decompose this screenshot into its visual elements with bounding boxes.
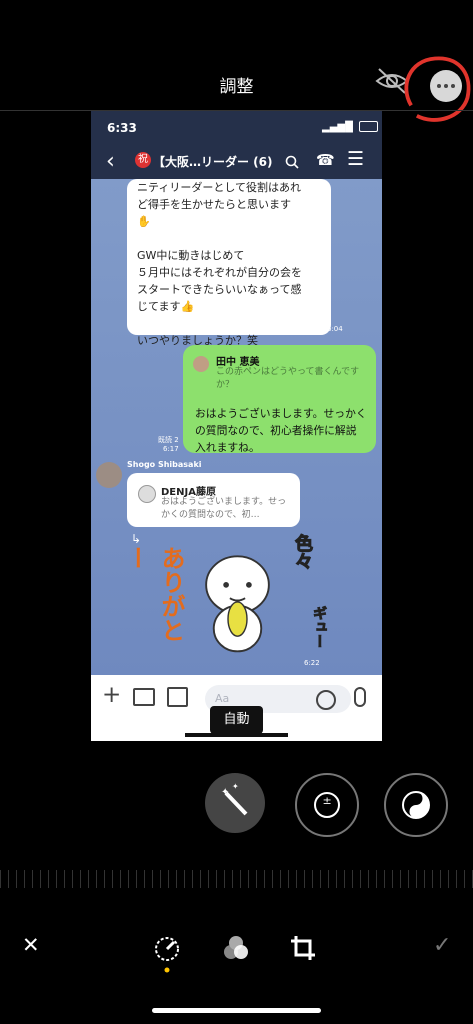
plus-icon[interactable]: + — [102, 682, 121, 708]
home-indicator — [152, 1008, 321, 1013]
svg-text:±: ± — [323, 794, 332, 807]
quoted-message: この赤ペンはどうやって書くんですか？ — [216, 367, 360, 390]
preview-scroll-indicator — [185, 733, 288, 737]
adjustment-slider[interactable] — [0, 870, 473, 888]
sender-name: Shogo Shibasaki — [127, 460, 202, 469]
emoji-icon[interactable] — [316, 690, 336, 710]
magic-wand-icon[interactable]: ✦ ✦ — [205, 773, 265, 833]
sticker-character — [205, 555, 270, 653]
chat-badge: 祝 — [135, 152, 151, 168]
menu-icon[interactable]: ☰ — [347, 148, 364, 170]
check-icon[interactable]: ✓ — [433, 933, 451, 958]
adjust-icon[interactable] — [152, 933, 182, 973]
svg-text:✦: ✦ — [232, 782, 239, 791]
yin-yang-icon[interactable] — [384, 773, 448, 837]
mic-icon[interactable] — [354, 687, 366, 707]
red-circle-annotation — [404, 56, 471, 122]
outgoing-message: 田中 恵美 この赤ペンはどうやって書くんですか？ おはようございまします。せっか… — [183, 345, 376, 454]
status-time: 6:33 — [107, 121, 137, 135]
battery-icon — [359, 121, 378, 132]
chat-title[interactable]: 【大阪…リーダー (6) — [153, 153, 273, 170]
chat-header: ‹ 祝 【大阪…リーダー (6) ☎ ☰ — [91, 143, 382, 179]
avatar — [193, 356, 209, 372]
phone-icon[interactable]: ☎ — [316, 151, 335, 169]
filter-icon[interactable] — [221, 933, 251, 963]
message-time: 6:17 — [163, 445, 179, 453]
image-icon[interactable] — [167, 687, 188, 707]
signal-icon: ▂▄▆█ — [322, 122, 353, 133]
avatar — [138, 485, 156, 503]
quoted-reply: DENJA藤原 おはようございまします。せっかくの質問なので、初… — [127, 473, 300, 527]
sticker-text-left: ありがとー — [122, 546, 185, 642]
auto-label: 自動 — [210, 706, 263, 734]
reply-arrow-icon: ↳ — [131, 532, 142, 546]
svg-text:✦: ✦ — [221, 787, 229, 798]
sticker-text-right: 色々 — [292, 534, 314, 571]
read-count: 既読 2 — [158, 436, 179, 444]
exposure-icon[interactable]: ± — [295, 773, 359, 837]
message-time: 6:22 — [304, 659, 320, 667]
crop-icon[interactable] — [288, 933, 318, 963]
incoming-message: ニティリーダーとして役割はあれ ど得手を生かせたらと思います ✋ GW中に動きはじめ… — [127, 179, 331, 347]
sticker-text-gyu: ギュー — [311, 606, 328, 649]
chat-area: ニティリーダーとして役割はあれ ど得手を生かせたらと思います ✋ GW中に動きはじめ… — [91, 179, 382, 675]
sticker: ありがとー 色々 ギュー — [122, 534, 355, 677]
reply-text: おはようございまします。せっかくの質問なので、初心者操作に解説入れますね。 — [195, 407, 367, 454]
camera-icon[interactable] — [133, 688, 155, 706]
avatar — [96, 462, 122, 488]
editor-topbar: 調整 — [0, 0, 473, 122]
close-icon[interactable]: ✕ — [22, 933, 40, 957]
search-icon[interactable] — [285, 155, 299, 169]
quoted-message: おはようございまします。せっかくの質問なので、初… — [161, 497, 287, 520]
message-time: 6:04 — [327, 325, 343, 333]
status-bar: 6:33 ▂▄▆█ — [91, 111, 382, 143]
back-icon[interactable]: ‹ — [106, 149, 115, 174]
edited-screenshot-preview: 6:33 ▂▄▆█ ‹ 祝 【大阪…リーダー (6) ☎ ☰ ニティリーダーとし… — [91, 111, 382, 741]
